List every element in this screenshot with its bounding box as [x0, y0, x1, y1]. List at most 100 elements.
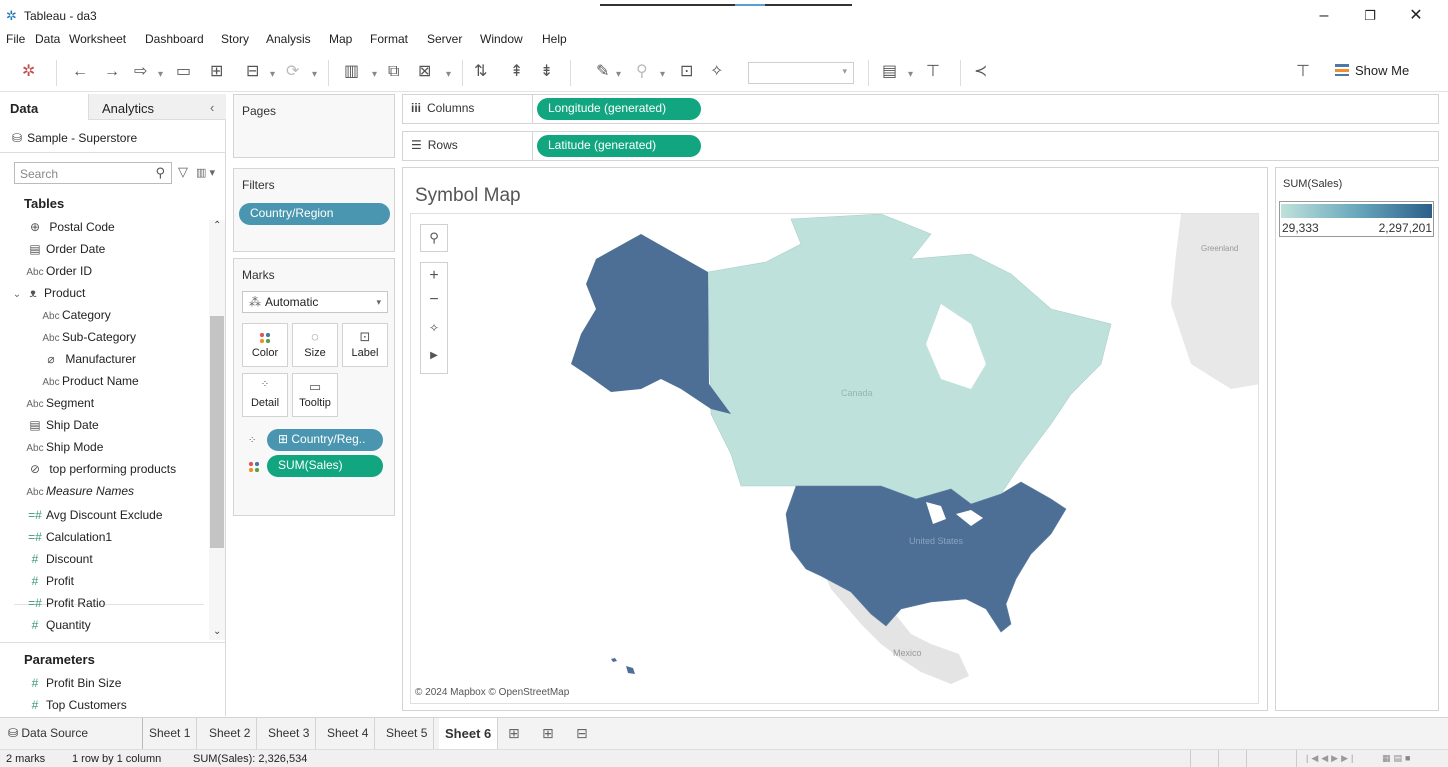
tab-sheet-1[interactable]: Sheet 1 [143, 718, 198, 749]
duplicate-sheet-icon[interactable]: ⧉ [388, 62, 399, 84]
tooltip-button[interactable]: ▭ Tooltip [292, 373, 338, 417]
tableau-home-icon[interactable]: ✲ [22, 62, 35, 84]
label-button[interactable]: ⊡ Label [342, 323, 388, 367]
param-top-customers[interactable]: # Top Customers [24, 698, 127, 718]
replay-dropdown-icon[interactable]: ▾ [158, 65, 163, 87]
map-attribution[interactable]: © 2024 Mapbox © OpenStreetMap [415, 687, 569, 698]
menu-story[interactable]: Story [221, 32, 249, 46]
tab-sheet-4[interactable]: Sheet 4 [321, 718, 376, 749]
presentation-mode-icon[interactable]: ⊤ [926, 62, 940, 84]
field-ship-date[interactable]: ▤ Ship Date [24, 418, 98, 438]
new-datasource-icon[interactable]: ⊞ [210, 62, 223, 84]
pages-card[interactable]: Pages [233, 94, 395, 158]
tab-analytics[interactable]: Analytics [102, 101, 154, 116]
filter-pill-country-region[interactable]: Country/Region [239, 203, 390, 225]
refresh-icon[interactable]: ⟳ [286, 62, 299, 84]
minimize-button[interactable]: – [1304, 5, 1344, 29]
menu-window[interactable]: Window [480, 32, 523, 46]
view-title[interactable]: Symbol Map [415, 185, 521, 207]
new-dashboard-icon[interactable]: ⊞ [542, 725, 554, 742]
field-measure-names[interactable]: Abc Measure Names [24, 484, 134, 504]
pin-map-button[interactable]: ✧ [421, 315, 447, 343]
map-view[interactable]: Greenland Canada United States Mexico ⚲ … [410, 213, 1259, 704]
color-button[interactable]: Color [242, 323, 288, 367]
columns-shelf[interactable]: iii Columns Longitude (generated) [402, 94, 1439, 124]
color-legend[interactable]: SUM(Sales) 29,333 2,297,201 [1275, 167, 1439, 711]
detail-button[interactable]: ⁘ Detail [242, 373, 288, 417]
view-options-icon[interactable]: ▥ ▾ [196, 166, 215, 179]
clear-dropdown-icon[interactable]: ▾ [446, 65, 451, 87]
sheet-navigation-icon[interactable]: |◀◀▶▶| [1306, 753, 1356, 764]
marks-pill-country-region[interactable]: ⊞ Country/Reg.. [267, 429, 383, 451]
zoom-in-button[interactable]: + [421, 263, 447, 289]
highlight-dropdown-icon[interactable]: ▾ [616, 65, 621, 87]
sort-descending-icon[interactable]: ⇟ [540, 62, 553, 84]
tooltip-pin-icon[interactable]: ⊤ [1296, 62, 1310, 84]
scroll-down-icon[interactable]: ⌄ [213, 626, 221, 637]
field-order-date[interactable]: ▤ Order Date [24, 242, 105, 262]
cards-dropdown-icon[interactable]: ▾ [908, 65, 913, 87]
new-story-icon[interactable]: ⊟ [576, 725, 588, 742]
field-sub-category[interactable]: Abc Sub-Category [40, 330, 136, 350]
save-icon[interactable]: ▭ [176, 62, 191, 84]
map-toolbar-expand-button[interactable]: ▶ [421, 343, 447, 371]
show-mark-labels-icon[interactable]: ⊡ [680, 62, 693, 84]
pause-updates-icon[interactable]: ⊟ [246, 62, 259, 84]
new-worksheet-dropdown-icon[interactable]: ▾ [372, 65, 377, 87]
scroll-up-icon[interactable]: ⌃ [213, 220, 221, 231]
field-quantity[interactable]: # Quantity [24, 618, 91, 638]
new-worksheet-icon[interactable]: ▥ [344, 62, 359, 84]
menu-format[interactable]: Format [370, 32, 408, 46]
field-profit[interactable]: # Profit [24, 574, 74, 594]
tab-data-source[interactable]: ⛁ Data Source [0, 718, 143, 749]
collapse-pane-icon[interactable]: ‹ [210, 100, 214, 115]
field-product[interactable]: ⌄ ᴥ Product [12, 286, 86, 306]
pause-dropdown-icon[interactable]: ▾ [270, 65, 275, 87]
redo-icon[interactable]: → [104, 62, 120, 84]
share-icon[interactable]: ≺ [974, 62, 987, 84]
clear-sheet-icon[interactable]: ⊠ [418, 62, 431, 84]
field-order-id[interactable]: Abc Order ID [24, 264, 92, 284]
tab-sheet-5[interactable]: Sheet 5 [380, 718, 435, 749]
field-manufacturer[interactable]: ⌀ Manufacturer [40, 352, 136, 372]
close-button[interactable]: ✕ [1396, 5, 1436, 29]
menu-dashboard[interactable]: Dashboard [145, 32, 204, 46]
replay-icon[interactable]: ⇨ [134, 62, 147, 84]
size-button[interactable]: ◌ Size [292, 323, 338, 367]
field-top-performing-products[interactable]: ⊘ top performing products [24, 462, 176, 482]
field-calculation1[interactable]: =# Calculation1 [24, 530, 112, 550]
new-worksheet-icon[interactable]: ⊞ [508, 725, 520, 742]
fit-select[interactable]: ▾ [748, 62, 854, 84]
map-search-button[interactable]: ⚲ [420, 224, 448, 252]
restore-button[interactable]: ❐ [1350, 5, 1390, 29]
highlight-icon[interactable]: ✎ [596, 62, 609, 84]
rows-shelf[interactable]: ☰ Rows Latitude (generated) [402, 131, 1439, 161]
tab-data[interactable]: Data [10, 101, 38, 116]
show-hide-cards-icon[interactable]: ▤ [882, 62, 897, 84]
field-product-name[interactable]: Abc Product Name [40, 374, 138, 394]
field-segment[interactable]: Abc Segment [24, 396, 94, 416]
tab-sheet-2[interactable]: Sheet 2 [203, 718, 258, 749]
swap-rows-columns-icon[interactable]: ⇅ [474, 62, 487, 84]
search-input[interactable]: Search ⚲ [14, 162, 172, 184]
sort-ascending-icon[interactable]: ⇞ [510, 62, 523, 84]
menu-server[interactable]: Server [427, 32, 462, 46]
tab-sheet-6[interactable]: Sheet 6 [439, 718, 499, 749]
show-me-button[interactable]: Show Me [1335, 63, 1409, 78]
columns-pill-longitude[interactable]: Longitude (generated) [537, 98, 701, 120]
filters-card[interactable]: Filters Country/Region [233, 168, 395, 252]
field-ship-mode[interactable]: Abc Ship Mode [24, 440, 103, 460]
menu-worksheet[interactable]: Worksheet [69, 32, 126, 46]
group-dropdown-icon[interactable]: ▾ [660, 65, 665, 87]
data-source-item[interactable]: ⛁ Sample - Superstore [12, 131, 137, 145]
menu-analysis[interactable]: Analysis [266, 32, 311, 46]
field-postal-code[interactable]: ⊕ Postal Code [24, 220, 115, 240]
group-members-icon[interactable]: ⚲ [636, 62, 648, 84]
param-profit-bin-size[interactable]: # Profit Bin Size [24, 676, 122, 696]
menu-data[interactable]: Data [35, 32, 60, 46]
marks-pill-sum-sales[interactable]: SUM(Sales) [267, 455, 383, 477]
rows-pill-latitude[interactable]: Latitude (generated) [537, 135, 701, 157]
menu-map[interactable]: Map [329, 32, 352, 46]
scrollbar-thumb[interactable] [210, 316, 224, 548]
field-avg-discount-exclude[interactable]: =# Avg Discount Exclude [24, 508, 162, 528]
